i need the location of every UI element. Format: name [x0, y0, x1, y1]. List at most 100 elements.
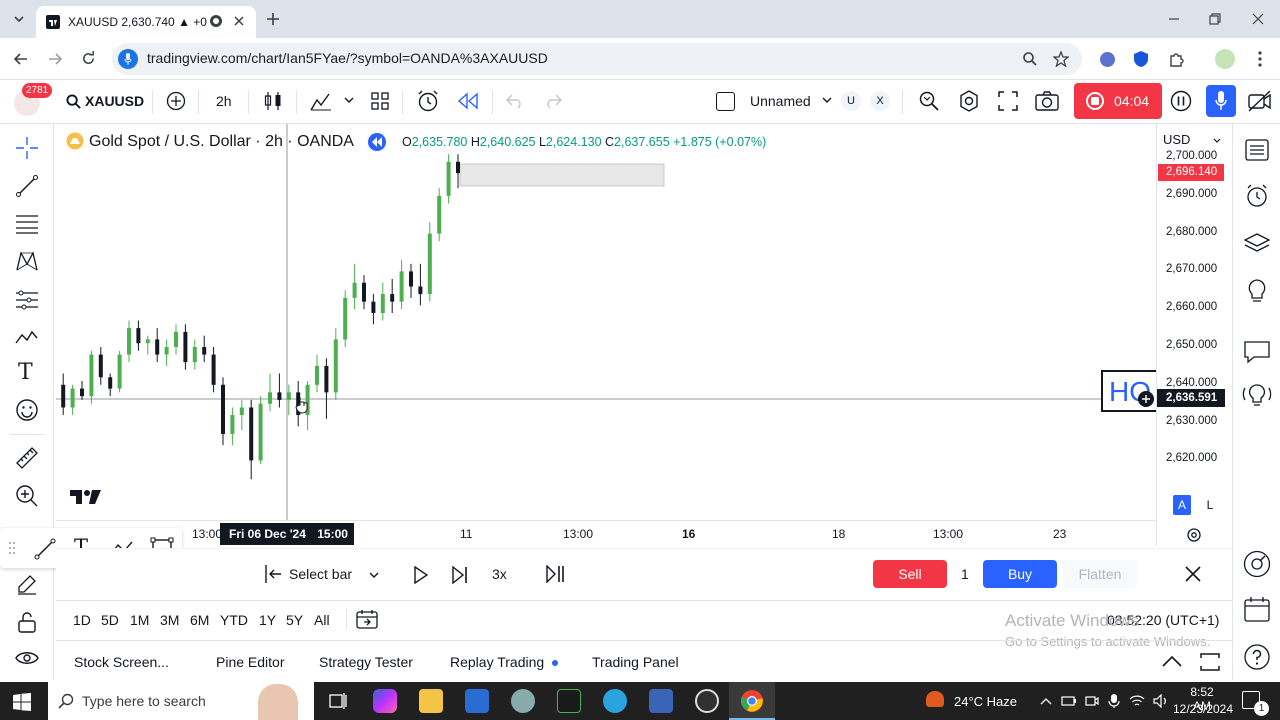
- go-to-date-icon[interactable]: [356, 609, 378, 629]
- network-app-icon[interactable]: [511, 689, 535, 713]
- back-arrow-icon[interactable]: [14, 52, 28, 66]
- extensions-puzzle-icon[interactable]: [1168, 51, 1184, 67]
- zoom-icon[interactable]: [1022, 51, 1038, 67]
- play-icon[interactable]: [414, 566, 428, 584]
- price-axis[interactable]: USD 2,700.000 2,690.000 2,680.000 2,670.000…: [1138, 124, 1232, 546]
- tab-search-button[interactable]: [8, 8, 30, 30]
- weather-text[interactable]: 24°C Haze: [954, 694, 1017, 709]
- microphone-button[interactable]: [1206, 85, 1236, 117]
- tradingview-logo-icon[interactable]: [70, 488, 102, 506]
- tab-replay-trading[interactable]: Replay Trading: [450, 654, 544, 670]
- search-icon[interactable]: [66, 94, 81, 109]
- range-1d[interactable]: 1D: [73, 612, 91, 628]
- file-explorer-icon[interactable]: [419, 689, 443, 713]
- sell-button[interactable]: Sell: [873, 560, 947, 588]
- signals-bulb-icon[interactable]: [1241, 382, 1273, 408]
- speedometer-icon[interactable]: [1243, 550, 1271, 578]
- range-3m[interactable]: 3M: [160, 612, 179, 628]
- tab-stock-screener[interactable]: Stock Screen...: [74, 654, 169, 670]
- fib-retracement-icon[interactable]: [15, 212, 39, 236]
- time-axis[interactable]: 13:00 Fri 06 Dec '24 15:00 11 13:00 16 1…: [56, 520, 1156, 546]
- layouts-grid-icon[interactable]: [370, 91, 390, 111]
- tab-trading-panel[interactable]: Trading Panel: [592, 654, 679, 670]
- layout-badge-u[interactable]: U: [841, 91, 861, 111]
- snapshot-camera-icon[interactable]: [1035, 91, 1059, 111]
- chrome-taskbar-button[interactable]: [729, 682, 775, 720]
- shield-extension-icon[interactable]: [1133, 50, 1149, 68]
- tab-pine-editor[interactable]: Pine Editor: [216, 654, 284, 670]
- quick-search-icon[interactable]: [918, 90, 940, 112]
- auto-scale-button[interactable]: A: [1173, 495, 1191, 515]
- add-alert-plus-icon[interactable]: [1138, 391, 1154, 407]
- chevron-up-icon[interactable]: [1162, 655, 1182, 667]
- replay-back-icon[interactable]: [368, 133, 386, 151]
- window-close-icon[interactable]: [1252, 13, 1264, 25]
- axis-settings-icon[interactable]: [1186, 527, 1202, 543]
- forward-arrow-icon[interactable]: [48, 52, 62, 66]
- symbol-search[interactable]: XAUUSD: [85, 93, 144, 109]
- layers-icon[interactable]: [1244, 232, 1270, 256]
- fullscreen-icon[interactable]: [998, 91, 1018, 111]
- alert-clock-icon[interactable]: [416, 90, 440, 112]
- computer-app-icon[interactable]: [465, 689, 489, 713]
- brush-icon[interactable]: [15, 326, 39, 350]
- text-tool-icon[interactable]: T: [18, 360, 33, 385]
- settings-gear-icon[interactable]: [958, 90, 980, 112]
- log-scale-button[interactable]: L: [1201, 495, 1219, 515]
- forecast-projection-icon[interactable]: [15, 288, 39, 312]
- ideas-bulb-icon[interactable]: [1245, 278, 1269, 304]
- volume-icon[interactable]: [1153, 694, 1169, 708]
- help-icon[interactable]: [1244, 644, 1270, 670]
- restore-icon[interactable]: [1209, 13, 1221, 25]
- line-tool-icon[interactable]: [34, 538, 56, 560]
- chevron-down-icon[interactable]: [822, 97, 832, 104]
- range-all[interactable]: All: [314, 612, 330, 628]
- symbol-description[interactable]: Gold Spot / U.S. Dollar · 2h · OANDA: [89, 133, 354, 151]
- close-replay-icon[interactable]: [1185, 566, 1201, 582]
- zoom-in-icon[interactable]: [15, 484, 39, 508]
- reload-icon[interactable]: [81, 51, 96, 66]
- undo-icon[interactable]: [506, 94, 524, 108]
- maximize-panel-icon[interactable]: [1200, 653, 1220, 671]
- close-tab-icon[interactable]: [234, 16, 244, 26]
- settings-app-icon[interactable]: [649, 689, 673, 713]
- profile-avatar[interactable]: [1215, 49, 1235, 69]
- interval-button[interactable]: 2h: [216, 93, 232, 109]
- compare-add-icon[interactable]: [166, 91, 186, 111]
- indicators-icon[interactable]: [310, 91, 332, 111]
- jump-to-realtime-icon[interactable]: [546, 565, 566, 583]
- range-6m[interactable]: 6M: [190, 612, 209, 628]
- meet-now-icon[interactable]: [1085, 694, 1099, 708]
- rectangle-drawing[interactable]: [459, 163, 665, 187]
- url-field[interactable]: tradingview.com/chart/Ian5FYae/?symbol=O…: [112, 43, 1082, 75]
- minimize-icon[interactable]: [1168, 13, 1180, 25]
- tab-strategy-tester[interactable]: Strategy Tester: [319, 654, 413, 670]
- quantity-field[interactable]: 1: [961, 566, 969, 582]
- eye-icon[interactable]: [15, 646, 39, 670]
- crosshair-icon[interactable]: [15, 136, 39, 160]
- task-view-icon[interactable]: [326, 689, 350, 713]
- menu-dots-icon[interactable]: [1258, 51, 1262, 67]
- chevron-up-icon[interactable]: [1040, 697, 1052, 705]
- buy-button[interactable]: Buy: [983, 560, 1057, 588]
- chart-pane[interactable]: Gold Spot / U.S. Dollar · 2h · OANDA O2,…: [56, 124, 1156, 520]
- range-1y[interactable]: 1Y: [259, 612, 276, 628]
- alerts-clock-icon[interactable]: [1245, 184, 1269, 208]
- layout-name[interactable]: Unnamed: [750, 93, 811, 109]
- pause-circle-icon[interactable]: [1170, 90, 1192, 112]
- redo-icon[interactable]: [544, 94, 562, 108]
- flatten-button[interactable]: Flatten: [1063, 560, 1137, 588]
- site-info-icon[interactable]: [118, 49, 138, 69]
- replay-speed-button[interactable]: 3x: [492, 566, 507, 582]
- windows-start-icon[interactable]: [13, 693, 31, 711]
- chevron-down-icon[interactable]: [344, 97, 354, 104]
- chats-icon[interactable]: [1244, 340, 1270, 364]
- mc-markets-icon[interactable]: [557, 689, 581, 713]
- range-ytd[interactable]: YTD: [220, 612, 248, 628]
- extension-icon[interactable]: [1100, 52, 1115, 67]
- battery-icon[interactable]: [1061, 695, 1077, 707]
- trend-line-icon[interactable]: [15, 174, 39, 198]
- taskbar-search-field[interactable]: Type here to search: [48, 682, 314, 720]
- bookmark-star-icon[interactable]: [1053, 51, 1069, 67]
- candlestick-chart[interactable]: [56, 124, 1156, 520]
